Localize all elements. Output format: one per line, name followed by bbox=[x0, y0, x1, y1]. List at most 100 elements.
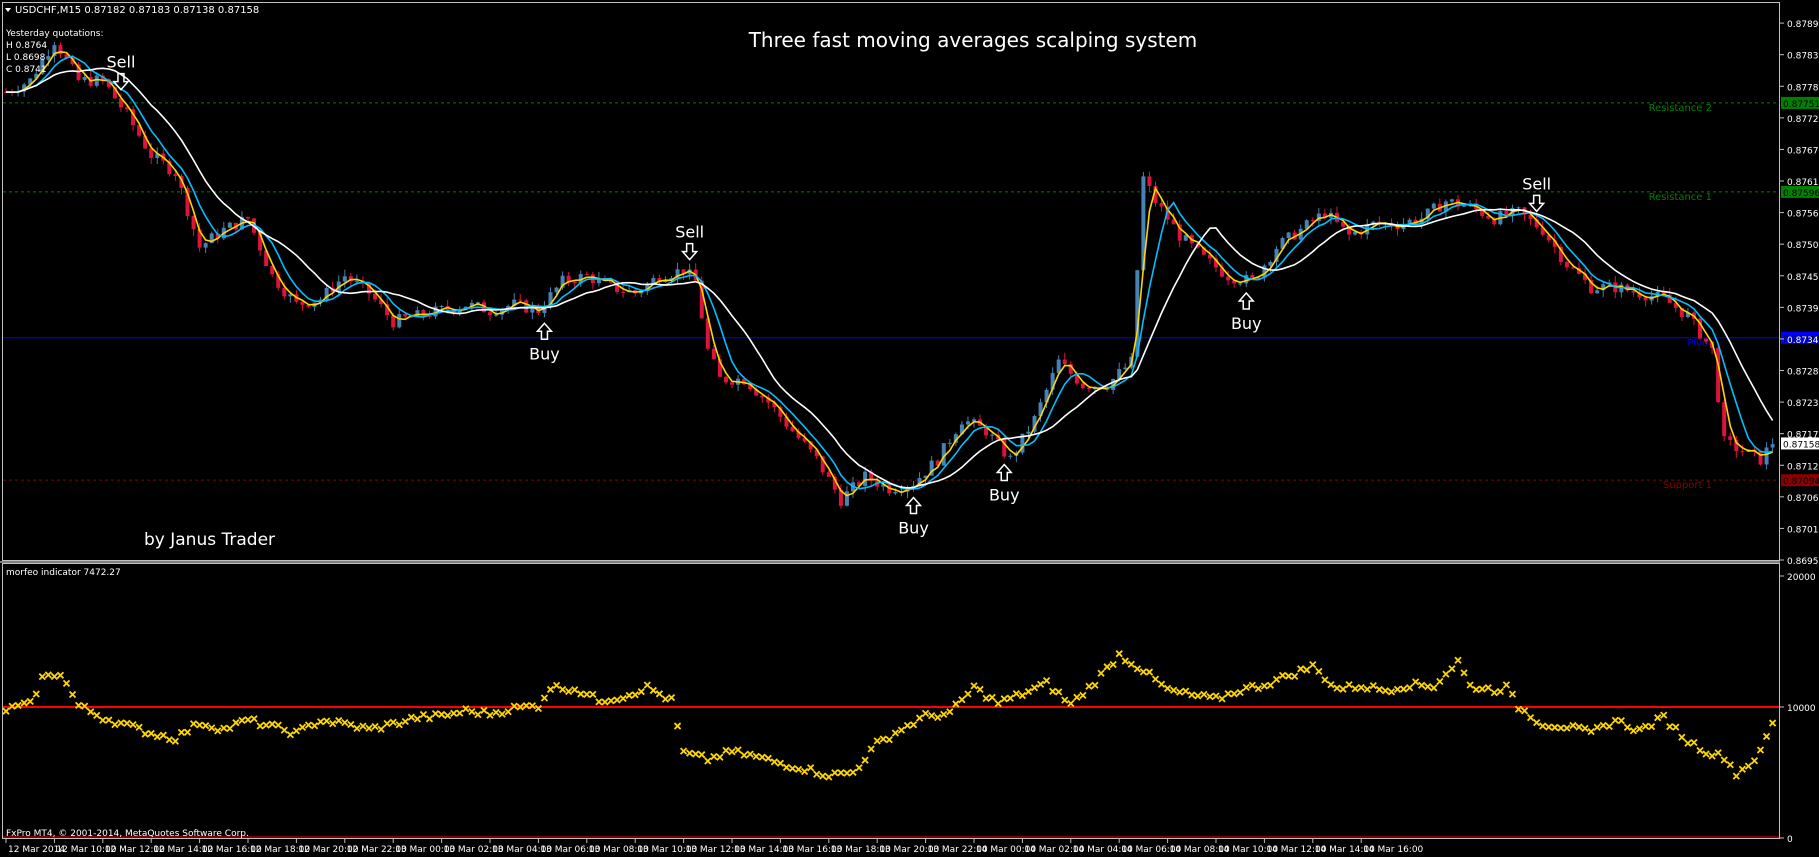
indicator-marker bbox=[970, 682, 978, 690]
indicator-marker bbox=[855, 764, 863, 772]
indicator-marker bbox=[1430, 684, 1438, 692]
indicator-marker bbox=[1206, 692, 1214, 701]
indicator-marker bbox=[1533, 719, 1541, 727]
indicator-marker bbox=[87, 708, 95, 716]
candle-bull bbox=[82, 77, 87, 80]
candle-bear bbox=[1147, 176, 1152, 186]
indicator-marker bbox=[867, 745, 875, 753]
indicator-marker bbox=[498, 710, 506, 718]
indicator-marker bbox=[1526, 713, 1535, 722]
candle-bear bbox=[173, 174, 178, 176]
indicator-pane-frame bbox=[2, 563, 1780, 839]
indicator-marker bbox=[1454, 656, 1462, 664]
indicator-marker bbox=[946, 708, 954, 716]
indicator-marker bbox=[444, 711, 452, 720]
candle-bear bbox=[1062, 359, 1067, 365]
indicator-marker bbox=[323, 717, 331, 725]
indicator-marker bbox=[1678, 733, 1686, 741]
indicator-marker bbox=[1333, 684, 1341, 692]
indicator-marker bbox=[1405, 684, 1414, 692]
indicator-marker bbox=[1654, 714, 1662, 722]
candle-bear bbox=[488, 312, 492, 315]
indicator-marker bbox=[800, 767, 809, 776]
indicator-marker bbox=[692, 750, 700, 758]
indicator-marker bbox=[1690, 738, 1698, 747]
indicator-marker bbox=[214, 727, 222, 735]
candle-bull bbox=[990, 434, 995, 436]
indicator-marker bbox=[359, 722, 367, 730]
indicator-marker bbox=[976, 685, 984, 693]
indicator-marker bbox=[619, 694, 627, 703]
pane-splitter[interactable] bbox=[0, 561, 1780, 563]
indicator-marker bbox=[480, 706, 488, 714]
candle-bear bbox=[711, 348, 716, 360]
sell-signal-label: Sell bbox=[107, 53, 136, 72]
yesterday-close: C 0.8741 bbox=[6, 65, 47, 75]
candle-bull bbox=[1595, 290, 1600, 294]
level-name-resistance-1: Resistance 1 bbox=[1649, 192, 1712, 203]
indicator-marker bbox=[1442, 670, 1450, 678]
indicator-marker bbox=[32, 690, 40, 698]
indicator-tick-label: 0 bbox=[1787, 835, 1793, 845]
indicator-marker bbox=[1623, 723, 1632, 731]
indicator-marker bbox=[1006, 694, 1014, 702]
price-pane-frame bbox=[2, 2, 1780, 561]
indicator-marker bbox=[843, 769, 851, 777]
indicator-marker bbox=[1460, 669, 1468, 677]
indicator-marker bbox=[208, 724, 216, 732]
indicator-marker bbox=[456, 709, 464, 717]
indicator-marker bbox=[782, 763, 791, 772]
indicator-marker bbox=[38, 672, 46, 681]
price-tick-label: 0.87285 bbox=[1787, 368, 1819, 378]
sell-arrow-icon bbox=[680, 242, 699, 261]
indicator-marker bbox=[565, 687, 573, 696]
price-tick-label: 0.87120 bbox=[1787, 462, 1819, 472]
indicator-marker bbox=[1351, 685, 1359, 693]
indicator-marker bbox=[383, 719, 391, 728]
indicator-marker bbox=[903, 721, 912, 730]
indicator-marker bbox=[1236, 688, 1244, 697]
candle-bear bbox=[730, 382, 734, 385]
indicator-marker bbox=[1357, 683, 1365, 692]
indicator-marker bbox=[292, 727, 301, 735]
indicator-marker bbox=[202, 722, 210, 730]
indicator-marker bbox=[1309, 661, 1317, 669]
indicator-marker bbox=[964, 690, 972, 698]
indicator-marker bbox=[1212, 692, 1220, 700]
indicator-marker bbox=[686, 749, 694, 757]
indicator-marker bbox=[770, 758, 778, 766]
indicator-marker bbox=[183, 728, 192, 736]
indicator-marker bbox=[831, 769, 839, 777]
indicator-marker bbox=[1496, 687, 1504, 696]
indicator-marker bbox=[655, 690, 664, 698]
indicator-marker bbox=[1393, 685, 1402, 693]
indicator-marker bbox=[728, 748, 736, 756]
indicator-marker bbox=[613, 696, 621, 704]
indicator-marker bbox=[1635, 725, 1644, 733]
candle-bear bbox=[1740, 451, 1745, 453]
price-tick-label: 0.87395 bbox=[1787, 304, 1819, 314]
indicator-marker bbox=[123, 719, 131, 727]
indicator-marker bbox=[1345, 680, 1353, 689]
level-price-tag: 0.87751 bbox=[1783, 100, 1819, 110]
candle-bull bbox=[1770, 444, 1775, 448]
indicator-marker bbox=[165, 736, 173, 744]
indicator-marker bbox=[437, 710, 446, 719]
dropdown-arrow-icon[interactable] bbox=[5, 8, 11, 12]
indicator-marker bbox=[250, 715, 258, 723]
indicator-marker bbox=[940, 710, 948, 719]
candle-bull bbox=[227, 222, 232, 228]
indicator-marker bbox=[129, 721, 137, 729]
indicator-marker bbox=[1412, 678, 1420, 686]
indicator-marker bbox=[117, 719, 125, 727]
indicator-marker bbox=[673, 722, 682, 730]
indicator-marker bbox=[1666, 723, 1674, 731]
buy-arrow-icon bbox=[995, 463, 1013, 482]
candle-bull bbox=[439, 306, 444, 308]
indicator-marker bbox=[1097, 669, 1105, 677]
indicator-marker bbox=[1472, 685, 1480, 694]
indicator-marker bbox=[764, 754, 772, 762]
indicator-marker bbox=[1133, 665, 1141, 673]
indicator-marker bbox=[1684, 739, 1692, 747]
indicator-marker bbox=[1194, 692, 1202, 700]
